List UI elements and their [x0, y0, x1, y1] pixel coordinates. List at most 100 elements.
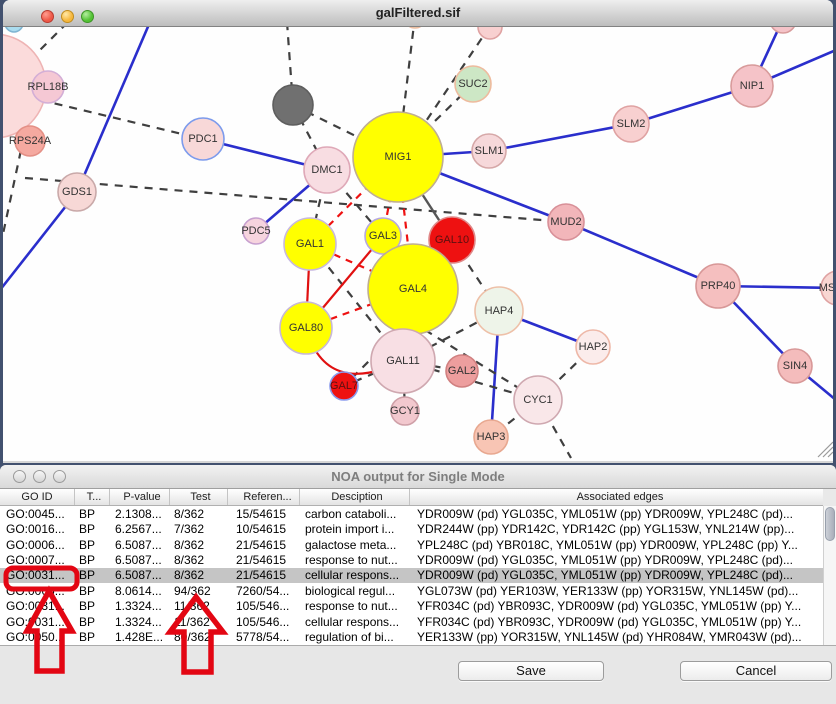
results-table: GO:0045...BP2.1308...8/36215/54615carbon… — [0, 506, 823, 645]
cell-p_value: 1.3324... — [110, 599, 170, 613]
cell-type: BP — [75, 568, 110, 582]
column-header-4[interactable]: Referen... — [228, 489, 300, 505]
node-label-GAL1: GAL1 — [296, 238, 324, 250]
node-corner-cyan[interactable] — [5, 27, 23, 32]
cell-reference: 10/54615 — [228, 522, 300, 536]
column-header-0[interactable]: GO ID — [0, 489, 75, 505]
node-gray-node[interactable] — [273, 85, 313, 125]
edge-pd[interactable] — [40, 100, 203, 139]
cell-p_value: 2.1308... — [110, 507, 170, 521]
vertical-scrollbar[interactable] — [823, 506, 836, 645]
node-label-NIP1: NIP1 — [740, 80, 764, 92]
node-top-green[interactable] — [404, 27, 426, 28]
cell-type: BP — [75, 584, 110, 598]
column-header-6[interactable]: Associated edges — [410, 489, 823, 505]
cell-go_id: GO:0031... — [0, 615, 75, 629]
edge-pp[interactable] — [489, 124, 631, 151]
save-button[interactable]: Save — [458, 661, 604, 681]
cell-go_id: GO:0006... — [0, 538, 75, 552]
node-label-SUC2: SUC2 — [458, 78, 487, 90]
graph-window: RPL18BRPS24AGDS1PDC1SUC2NIP1SLM2SLM1DMC1… — [3, 0, 833, 463]
cell-edges: YFR034C (pd) YBR093C, YDR009W (pd) YGL03… — [410, 615, 823, 629]
noa-window-title: NOA output for Single Mode — [0, 469, 836, 484]
node-label-GAL7: GAL7 — [330, 380, 358, 392]
node-label-GAL4: GAL4 — [399, 283, 427, 295]
node-label-HAP2: HAP2 — [579, 341, 608, 353]
scrollbar-thumb[interactable] — [825, 507, 835, 541]
cell-edges: YPL248C (pd) YBR018C, YML051W (pp) YDR00… — [410, 538, 823, 552]
cell-reference: 21/54615 — [228, 568, 300, 582]
network-canvas[interactable]: RPL18BRPS24AGDS1PDC1SUC2NIP1SLM2SLM1DMC1… — [3, 27, 833, 459]
column-header-1[interactable]: T... — [75, 489, 110, 505]
node-label-GAL10: GAL10 — [435, 234, 469, 246]
node-label-GCY1: GCY1 — [390, 405, 420, 417]
node-label-DMC1: DMC1 — [311, 164, 342, 176]
cell-p_value: 8.0614... — [110, 584, 170, 598]
node-label-RPL18B: RPL18B — [28, 81, 69, 93]
graph-window-titlebar[interactable]: galFiltered.sif — [3, 0, 833, 27]
table-row[interactable]: GO:0045...BP2.1308...8/36215/54615carbon… — [0, 506, 823, 521]
table-row[interactable]: GO:0031...BP6.5087...8/36221/54615cellul… — [0, 568, 823, 583]
cell-test: 8/362 — [170, 538, 228, 552]
table-header-row: GO IDT...P-valueTestReferen...Desciption… — [0, 489, 823, 506]
cell-edges: YER133W (pp) YOR315W, YNL145W (pd) YHR08… — [410, 630, 823, 644]
table-row[interactable]: GO:0065...BP8.0614...94/3627260/54...bio… — [0, 583, 823, 598]
graph-window-title: galFiltered.sif — [3, 5, 833, 20]
cell-edges: YDR009W (pd) YGL035C, YML051W (pp) YDR00… — [410, 507, 823, 521]
footer-bar: Save Cancel — [0, 645, 836, 704]
edge-pd[interactable] — [25, 178, 566, 222]
node-label-GAL3: GAL3 — [369, 230, 397, 242]
cancel-button[interactable]: Cancel — [680, 661, 832, 681]
node-label-HAP3: HAP3 — [477, 431, 506, 443]
cell-type: BP — [75, 538, 110, 552]
noa-window-titlebar[interactable]: NOA output for Single Mode — [0, 465, 836, 489]
table-row[interactable]: GO:0031...BP1.3324...11/362105/546...res… — [0, 599, 823, 614]
node-label-RPS24A: RPS24A — [9, 135, 52, 147]
cell-description: response to nut... — [300, 553, 410, 567]
cell-type: BP — [75, 615, 110, 629]
edge-grip[interactable] — [823, 447, 833, 457]
table-row[interactable]: GO:0006...BP6.5087...8/36221/54615galact… — [0, 537, 823, 552]
cell-edges: YDR009W (pd) YGL035C, YML051W (pp) YDR00… — [410, 553, 823, 567]
cell-reference: 105/546... — [228, 599, 300, 613]
cell-edges: YGL073W (pd) YER103W, YER133W (pp) YOR31… — [410, 584, 823, 598]
cell-description: galactose meta... — [300, 538, 410, 552]
node-label-PDC5: PDC5 — [241, 225, 270, 237]
cell-go_id: GO:0031... — [0, 568, 75, 582]
table-row[interactable]: GO:0007...BP6.5087...8/36221/54615respon… — [0, 552, 823, 567]
table-row[interactable]: GO:0050...BP1.428E...80/3625778/54...reg… — [0, 630, 823, 645]
cell-reference: 21/54615 — [228, 538, 300, 552]
node-label-PRP40: PRP40 — [701, 280, 736, 292]
edge-pp[interactable] — [77, 27, 150, 192]
column-header-2[interactable]: P-value — [110, 489, 170, 505]
cell-go_id: GO:0007... — [0, 553, 75, 567]
edge-grip[interactable] — [828, 452, 833, 457]
node-label-SLM2: SLM2 — [617, 118, 646, 130]
cell-go_id: GO:0065... — [0, 584, 75, 598]
node-label-HAP4: HAP4 — [485, 305, 514, 317]
cell-type: BP — [75, 507, 110, 521]
cell-p_value: 6.5087... — [110, 568, 170, 582]
cell-test: 11/362 — [170, 599, 228, 613]
cell-test: 7/362 — [170, 522, 228, 536]
table-row[interactable]: GO:0016...BP6.2567...7/36210/54615protei… — [0, 521, 823, 536]
column-header-5[interactable]: Desciption — [300, 489, 410, 505]
node-top-pink[interactable] — [478, 27, 502, 39]
cell-p_value: 1.3324... — [110, 615, 170, 629]
cell-reference: 5778/54... — [228, 630, 300, 644]
network-graph[interactable]: RPL18BRPS24AGDS1PDC1SUC2NIP1SLM2SLM1DMC1… — [3, 27, 833, 459]
cell-go_id: GO:0016... — [0, 522, 75, 536]
table-row[interactable]: GO:0031...BP1.3324...11/362105/546...cel… — [0, 614, 823, 629]
edge-pp[interactable] — [566, 222, 718, 286]
cell-p_value: 1.428E... — [110, 630, 170, 644]
column-header-3[interactable]: Test — [170, 489, 228, 505]
node-top-right-pink[interactable] — [770, 27, 796, 33]
cell-description: carbon cataboli... — [300, 507, 410, 521]
cell-test: 94/362 — [170, 584, 228, 598]
cell-edges: YDR244W (pp) YDR142C, YDR142C (pp) YGL15… — [410, 522, 823, 536]
cell-reference: 105/546... — [228, 615, 300, 629]
cell-description: protein import i... — [300, 522, 410, 536]
cell-p_value: 6.5087... — [110, 553, 170, 567]
cell-edges: YFR034C (pd) YBR093C, YDR009W (pd) YGL03… — [410, 599, 823, 613]
cell-go_id: GO:0045... — [0, 507, 75, 521]
